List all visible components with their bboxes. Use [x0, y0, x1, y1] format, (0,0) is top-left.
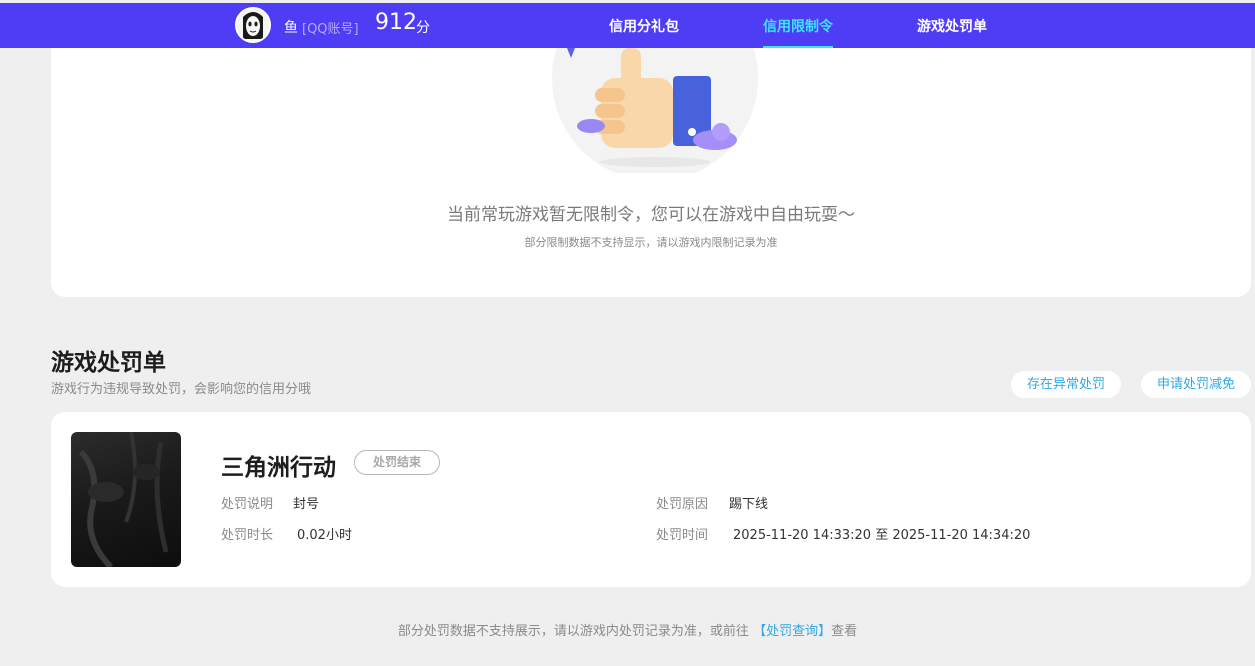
footer-note-suffix: 查看 — [831, 624, 858, 639]
penalty-time-label: 处罚时间 — [656, 528, 709, 543]
footer-note: 部分处罚数据不支持展示，请以游戏内处罚记录为准，或前往 【处罚查询】查看 — [0, 620, 1255, 639]
penalty-reduction-button[interactable]: 申请处罚减免 — [1141, 371, 1251, 398]
user-avatar[interactable] — [235, 7, 271, 43]
penalty-time-value: 2025-11-20 14:33:20 至 2025-11-20 14:34:2… — [733, 528, 1031, 543]
account-type-label: [QQ账号] — [302, 22, 359, 37]
user-name: 鱼 — [284, 20, 298, 36]
penalty-section-title: 游戏处罚单 — [51, 350, 166, 376]
penalty-duration-value: 0.02小时 — [297, 528, 352, 543]
tab-credit-gift[interactable]: 信用分礼包 — [609, 16, 679, 48]
abnormal-penalty-button[interactable]: 存在异常处罚 — [1011, 371, 1121, 398]
empty-state-title: 当前常玩游戏暂无限制令，您可以在游戏中自由玩耍～ — [447, 205, 855, 225]
game-name: 三角洲行动 — [221, 455, 336, 481]
penalty-duration-label: 处罚时长 — [221, 528, 274, 543]
footer-note-text: 部分处罚数据不支持展示，请以游戏内处罚记录为准，或前往 — [397, 624, 749, 639]
penalty-desc-value: 封号 — [293, 497, 320, 512]
game-cover-image — [71, 432, 181, 567]
tab-game-penalty[interactable]: 游戏处罚单 — [917, 16, 987, 48]
thumbs-up-illustration — [552, 48, 758, 173]
top-nav-bar: 鱼 [QQ账号] 912 分 信用分礼包 信用限制令 游戏处罚单 — [0, 3, 1255, 48]
credit-score: 912 — [375, 10, 417, 35]
credit-score-unit: 分 — [416, 20, 430, 36]
game-cover-art — [78, 432, 169, 567]
avatar-face-icon — [237, 9, 269, 41]
tab-credit-restriction[interactable]: 信用限制令 — [763, 16, 833, 48]
penalty-reason-value: 踢下线 — [729, 497, 769, 512]
penalty-query-link[interactable]: 【处罚查询】 — [753, 624, 831, 639]
penalty-reason-label: 处罚原因 — [656, 497, 709, 512]
status-badge: 处罚结束 — [354, 450, 440, 475]
penalty-desc-label: 处罚说明 — [221, 497, 274, 512]
restriction-card: 当前常玩游戏暂无限制令，您可以在游戏中自由玩耍～ 部分限制数据不支持显示，请以游… — [51, 48, 1251, 297]
penalty-record-card[interactable]: 三角洲行动 处罚结束 处罚说明 封号 处罚原因 踢下线 处罚时长 0.02小时 … — [51, 412, 1251, 587]
penalty-section-desc: 游戏行为违规导致处罚，会影响您的信用分哦 — [51, 382, 312, 397]
empty-state-subtitle: 部分限制数据不支持显示，请以游戏内限制记录为准 — [524, 236, 778, 249]
